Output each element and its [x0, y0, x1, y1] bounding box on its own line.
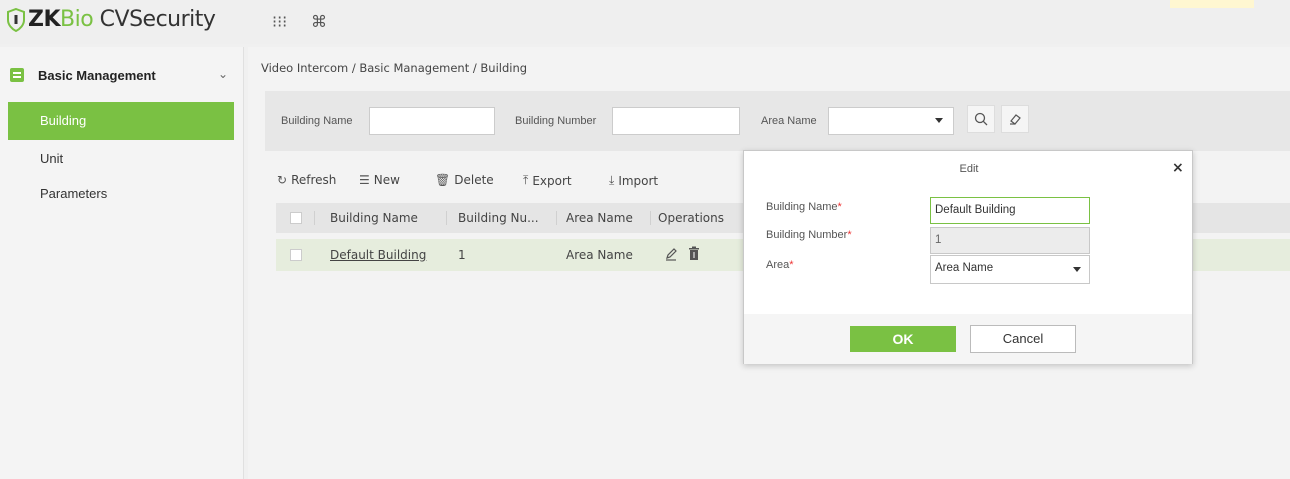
refresh-label: Refresh: [291, 173, 337, 187]
row-checkbox[interactable]: [290, 249, 302, 261]
column-header-operations: Operations: [658, 211, 724, 225]
command-icon[interactable]: ⌘: [311, 12, 327, 31]
search-icon: [974, 112, 988, 126]
column-divider: [556, 211, 557, 225]
column-header-building-number[interactable]: Building Nu...: [458, 211, 539, 225]
column-divider: [314, 211, 315, 225]
top-highlight: [1170, 0, 1254, 8]
sidebar: Basic Management ⌄ Building Unit Paramet…: [0, 47, 244, 479]
trash-icon[interactable]: [688, 246, 700, 261]
trash-icon: 🗑: [435, 173, 451, 187]
add-list-icon: ☰: [359, 173, 370, 187]
delete-label: Delete: [454, 173, 494, 187]
search-button[interactable]: [967, 105, 995, 133]
edit-dialog: Edit × Building Name* Default Building B…: [743, 150, 1193, 364]
top-bar: ZKBio CVSecurity ⁝⁝⁝ ⌘: [0, 0, 1290, 44]
edit-icon[interactable]: [664, 247, 678, 261]
apps-grid-icon[interactable]: ⁝⁝⁝: [272, 12, 287, 31]
eraser-icon: [1010, 114, 1021, 125]
export-icon: ⤒: [523, 173, 529, 187]
sidebar-item-unit[interactable]: Unit: [8, 144, 234, 174]
area-name-search-label: Area Name: [761, 115, 817, 127]
building-number-search-label: Building Number: [515, 115, 597, 127]
app-logo[interactable]: ZKBio CVSecurity: [6, 7, 216, 32]
search-panel: Building Name Building Number Area Name: [265, 91, 1290, 151]
area-select[interactable]: Area Name: [930, 255, 1090, 284]
list-icon: [10, 68, 24, 82]
caret-down-icon: [1073, 267, 1081, 272]
refresh-icon: ↻: [277, 173, 288, 187]
clear-search-button[interactable]: [1001, 105, 1029, 133]
building-name-search-label: Building Name: [281, 115, 353, 127]
export-button[interactable]: ⤒ Export: [523, 173, 572, 188]
app-title: ZKBio CVSecurity: [28, 7, 216, 32]
export-label: Export: [532, 173, 572, 188]
chevron-down-icon: ⌄: [218, 67, 229, 81]
building-number-field: 1: [930, 227, 1090, 254]
ok-button[interactable]: OK: [850, 326, 956, 352]
import-icon: ⤓: [609, 173, 615, 187]
building-name-search-input[interactable]: [369, 107, 495, 135]
building-number-cell: 1: [458, 248, 466, 262]
cancel-button[interactable]: Cancel: [970, 325, 1076, 353]
column-header-area-name[interactable]: Area Name: [566, 211, 633, 225]
sidebar-group-basic-management[interactable]: Basic Management ⌄: [0, 55, 244, 95]
new-button[interactable]: ☰ New: [359, 173, 400, 187]
sidebar-group-label: Basic Management: [38, 67, 156, 83]
building-name-link[interactable]: Default Building: [330, 248, 426, 262]
area-name-cell: Area Name: [566, 248, 633, 262]
sidebar-item-parameters[interactable]: Parameters: [8, 179, 234, 209]
column-divider: [650, 211, 651, 225]
area-name-search-select[interactable]: [828, 107, 954, 135]
shield-logo-icon: [7, 7, 25, 32]
new-label: New: [373, 173, 400, 187]
sidebar-item-building[interactable]: Building: [8, 102, 234, 140]
building-name-field-label: Building Name*: [766, 201, 842, 213]
import-button[interactable]: ⤓ Import: [609, 173, 658, 188]
close-icon[interactable]: ×: [1172, 160, 1184, 176]
building-number-search-input[interactable]: [612, 107, 740, 135]
delete-button[interactable]: 🗑 Delete: [435, 173, 494, 187]
building-name-field[interactable]: Default Building: [930, 197, 1090, 224]
refresh-button[interactable]: ↻ Refresh: [277, 173, 336, 187]
dialog-title: Edit: [959, 163, 979, 175]
import-label: Import: [618, 173, 659, 188]
select-all-checkbox[interactable]: [290, 212, 302, 224]
area-field-label: Area*: [766, 259, 794, 271]
area-select-value: Area Name: [935, 262, 994, 274]
building-number-field-label: Building Number*: [766, 229, 852, 241]
column-divider: [446, 211, 447, 225]
breadcrumb: Video Intercom / Basic Management / Buil…: [261, 61, 528, 75]
dialog-footer: OK Cancel: [744, 314, 1192, 364]
caret-down-icon: [935, 118, 943, 123]
column-header-building-name[interactable]: Building Name: [330, 211, 418, 225]
